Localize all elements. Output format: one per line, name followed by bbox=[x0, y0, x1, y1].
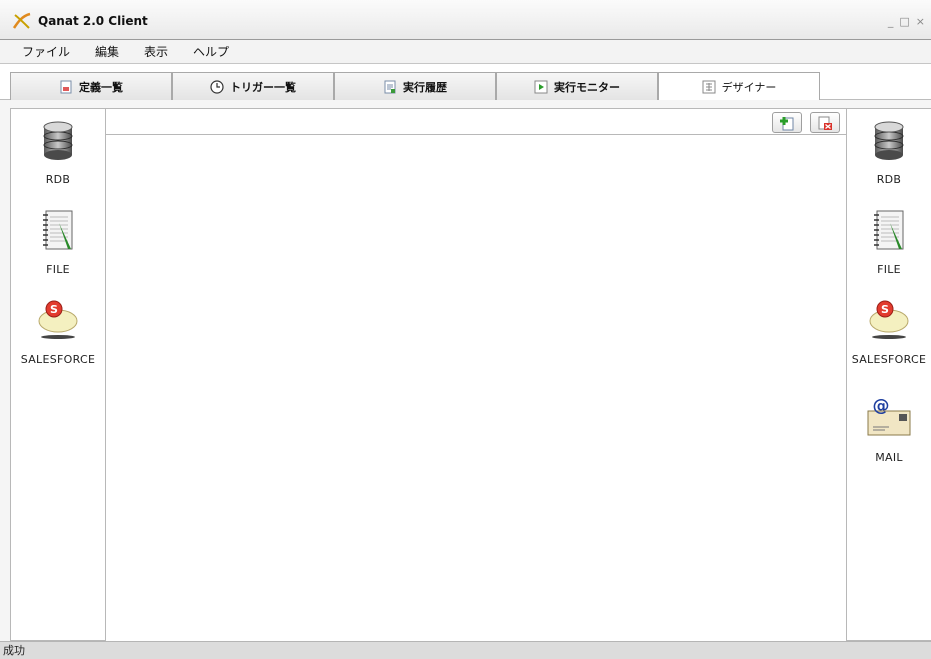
tab-bar: 定義一覧 トリガー一覧 実行履歴 実行モニター デザイナー bbox=[0, 64, 931, 101]
close-button[interactable]: × bbox=[916, 15, 925, 28]
palette-item-label: RDB bbox=[876, 173, 902, 186]
file-notebook-icon bbox=[874, 210, 904, 250]
tab-designer[interactable]: デザイナー bbox=[658, 72, 820, 101]
database-icon bbox=[43, 121, 73, 160]
palette-item-label: FILE bbox=[46, 263, 70, 276]
design-canvas[interactable] bbox=[106, 135, 846, 642]
document-icon bbox=[60, 80, 72, 93]
tab-definitions[interactable]: 定義一覧 bbox=[10, 72, 172, 100]
clock-icon bbox=[210, 79, 224, 94]
status-text: 成功 bbox=[3, 644, 25, 657]
tab-label: トリガー一覧 bbox=[230, 80, 296, 94]
svg-text:S: S bbox=[881, 303, 889, 316]
designer-canvas-area bbox=[106, 108, 846, 642]
add-document-icon bbox=[780, 116, 794, 130]
window-controls: _ □ × bbox=[888, 15, 925, 28]
qanat-logo-icon bbox=[12, 12, 31, 29]
palette-item-label: MAIL bbox=[875, 451, 903, 464]
tab-label: 実行履歴 bbox=[403, 80, 447, 94]
tab-execution-history[interactable]: 実行履歴 bbox=[334, 72, 496, 100]
salesforce-cloud-icon: S bbox=[869, 300, 909, 339]
svg-text:@: @ bbox=[873, 397, 890, 416]
target-palette: RDB FILE S SALESFORCE @ MAIL bbox=[846, 108, 931, 641]
palette-item-file[interactable]: FILE bbox=[11, 209, 105, 276]
palette-item-label: RDB bbox=[45, 173, 71, 186]
mail-icon: @ bbox=[867, 397, 911, 436]
palette-item-label: SALESFORCE bbox=[851, 353, 927, 366]
tab-label: デザイナー bbox=[721, 81, 777, 94]
play-icon bbox=[534, 80, 548, 93]
window-title: Qanat 2.0 Client bbox=[38, 14, 148, 28]
database-icon bbox=[874, 121, 904, 160]
designer-icon bbox=[702, 80, 716, 94]
palette-item-mail[interactable]: @ MAIL bbox=[847, 397, 931, 464]
file-notebook-icon bbox=[43, 210, 73, 250]
tab-label: 実行モニター bbox=[554, 80, 620, 94]
delete-document-icon bbox=[818, 116, 832, 130]
palette-item-salesforce[interactable]: S SALESFORCE bbox=[847, 297, 931, 366]
add-button[interactable] bbox=[772, 112, 802, 133]
menu-bar: ファイル 編集 表示 ヘルプ bbox=[0, 40, 931, 64]
designer-panel: RDB FILE S SALESFORCE RDB FILE S SALESFO… bbox=[0, 100, 931, 642]
tab-triggers[interactable]: トリガー一覧 bbox=[172, 72, 334, 100]
title-bar: Qanat 2.0 Client _ □ × bbox=[0, 0, 931, 40]
palette-item-salesforce[interactable]: S SALESFORCE bbox=[11, 297, 105, 366]
menu-help[interactable]: ヘルプ bbox=[180, 43, 241, 60]
menu-file[interactable]: ファイル bbox=[0, 43, 82, 60]
status-bar: 成功 bbox=[0, 641, 931, 659]
maximize-button[interactable]: □ bbox=[899, 15, 909, 28]
salesforce-cloud-icon: S bbox=[38, 300, 78, 339]
palette-item-rdb[interactable]: RDB bbox=[11, 121, 105, 186]
delete-button[interactable] bbox=[810, 112, 840, 133]
palette-item-rdb[interactable]: RDB bbox=[847, 121, 931, 186]
minimize-button[interactable]: _ bbox=[888, 15, 894, 28]
canvas-toolbar bbox=[106, 109, 846, 135]
menu-edit[interactable]: 編集 bbox=[82, 43, 131, 60]
menu-view[interactable]: 表示 bbox=[131, 43, 180, 60]
palette-item-label: SALESFORCE bbox=[20, 353, 96, 366]
source-palette: RDB FILE S SALESFORCE bbox=[10, 108, 106, 641]
palette-item-file[interactable]: FILE bbox=[847, 209, 931, 276]
palette-item-label: FILE bbox=[877, 263, 901, 276]
tab-execution-monitor[interactable]: 実行モニター bbox=[496, 72, 658, 100]
history-icon bbox=[384, 80, 396, 93]
svg-text:S: S bbox=[50, 303, 58, 316]
tab-label: 定義一覧 bbox=[79, 80, 123, 94]
